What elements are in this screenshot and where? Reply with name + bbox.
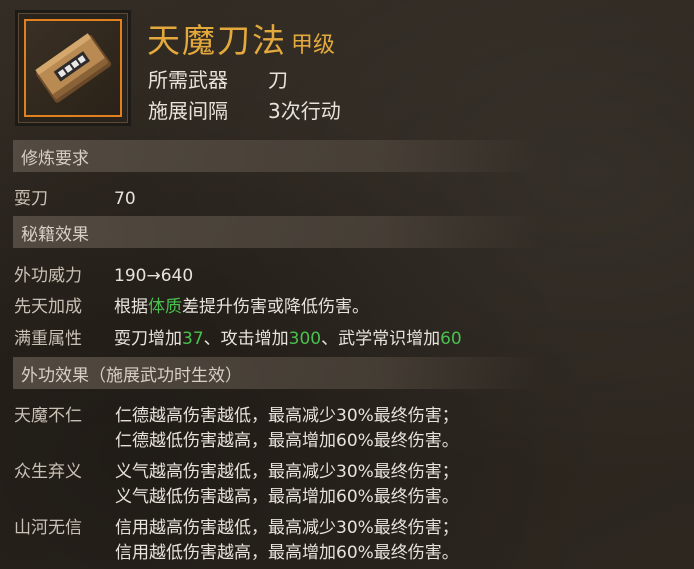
info-weapon: 所需武器 刀 bbox=[148, 64, 288, 93]
section-title: 外功效果（施展武功时生效） bbox=[21, 366, 242, 386]
section-secret: 秘籍效果 bbox=[13, 216, 538, 248]
full-text-1: 耍刀增加 bbox=[114, 329, 182, 349]
full-text-2: 、攻击增加 bbox=[203, 329, 289, 349]
book-icon bbox=[35, 33, 112, 103]
effect-line: 信用越低伤害越高，最高增加60%最终伤害。 bbox=[115, 543, 459, 563]
requirement-row: 耍刀 70 bbox=[14, 184, 136, 209]
effect-key: 山河无信 bbox=[14, 518, 82, 538]
effect-line: 仁德越高伤害越低，最高减少30%最终伤害； bbox=[115, 406, 459, 426]
requirement-value: 70 bbox=[114, 189, 136, 209]
full-value-3: 60 bbox=[440, 329, 462, 349]
section-title: 修炼要求 bbox=[21, 149, 89, 169]
full-value-2: 300 bbox=[288, 329, 322, 349]
innate-pre: 根据 bbox=[114, 297, 148, 317]
effect-key: 众生弃义 bbox=[14, 462, 82, 482]
full-row: 满重属性 耍刀增加37、攻击增加300、武学常识增加60 bbox=[14, 324, 462, 349]
effect-line: 义气越高伤害越低，最高减少30%最终伤害； bbox=[115, 462, 459, 482]
skill-icon-frame[interactable] bbox=[15, 10, 131, 126]
skill-name: 天魔刀法 bbox=[147, 21, 287, 60]
info-label: 施展间隔 bbox=[148, 99, 228, 123]
info-label: 所需武器 bbox=[148, 68, 228, 92]
skill-title: 天魔刀法 甲级 bbox=[147, 14, 335, 62]
effect-line: 义气越低伤害越高，最高增加60%最终伤害。 bbox=[115, 487, 459, 507]
full-key: 满重属性 bbox=[14, 329, 82, 349]
skill-icon-slot bbox=[24, 19, 122, 117]
full-value-1: 37 bbox=[182, 329, 204, 349]
effect-line: 仁德越低伤害越高，最高增加60%最终伤害。 bbox=[115, 431, 459, 451]
info-value: 刀 bbox=[268, 68, 288, 92]
section-requirements: 修炼要求 bbox=[13, 140, 538, 172]
innate-attribute: 体质 bbox=[148, 297, 182, 317]
skill-grade: 甲级 bbox=[291, 33, 336, 58]
effect-key: 天魔不仁 bbox=[14, 406, 82, 426]
innate-row: 先天加成 根据体质差提升伤害或降低伤害。 bbox=[14, 292, 369, 317]
section-external: 外功效果（施展武功时生效） bbox=[13, 357, 538, 389]
innate-post: 差提升伤害或降低伤害。 bbox=[182, 297, 369, 317]
power-key: 外功威力 bbox=[14, 266, 82, 286]
power-value: 190→640 bbox=[114, 266, 194, 286]
info-value: 3次行动 bbox=[268, 99, 341, 123]
info-interval: 施展间隔 3次行动 bbox=[148, 95, 341, 124]
section-title: 秘籍效果 bbox=[21, 225, 89, 245]
power-row: 外功威力 190→640 bbox=[14, 261, 193, 286]
innate-key: 先天加成 bbox=[14, 297, 82, 317]
full-text-3: 、武学常识增加 bbox=[321, 329, 441, 349]
effect-line: 信用越高伤害越低，最高减少30%最终伤害； bbox=[115, 518, 459, 538]
requirement-key: 耍刀 bbox=[14, 189, 48, 209]
